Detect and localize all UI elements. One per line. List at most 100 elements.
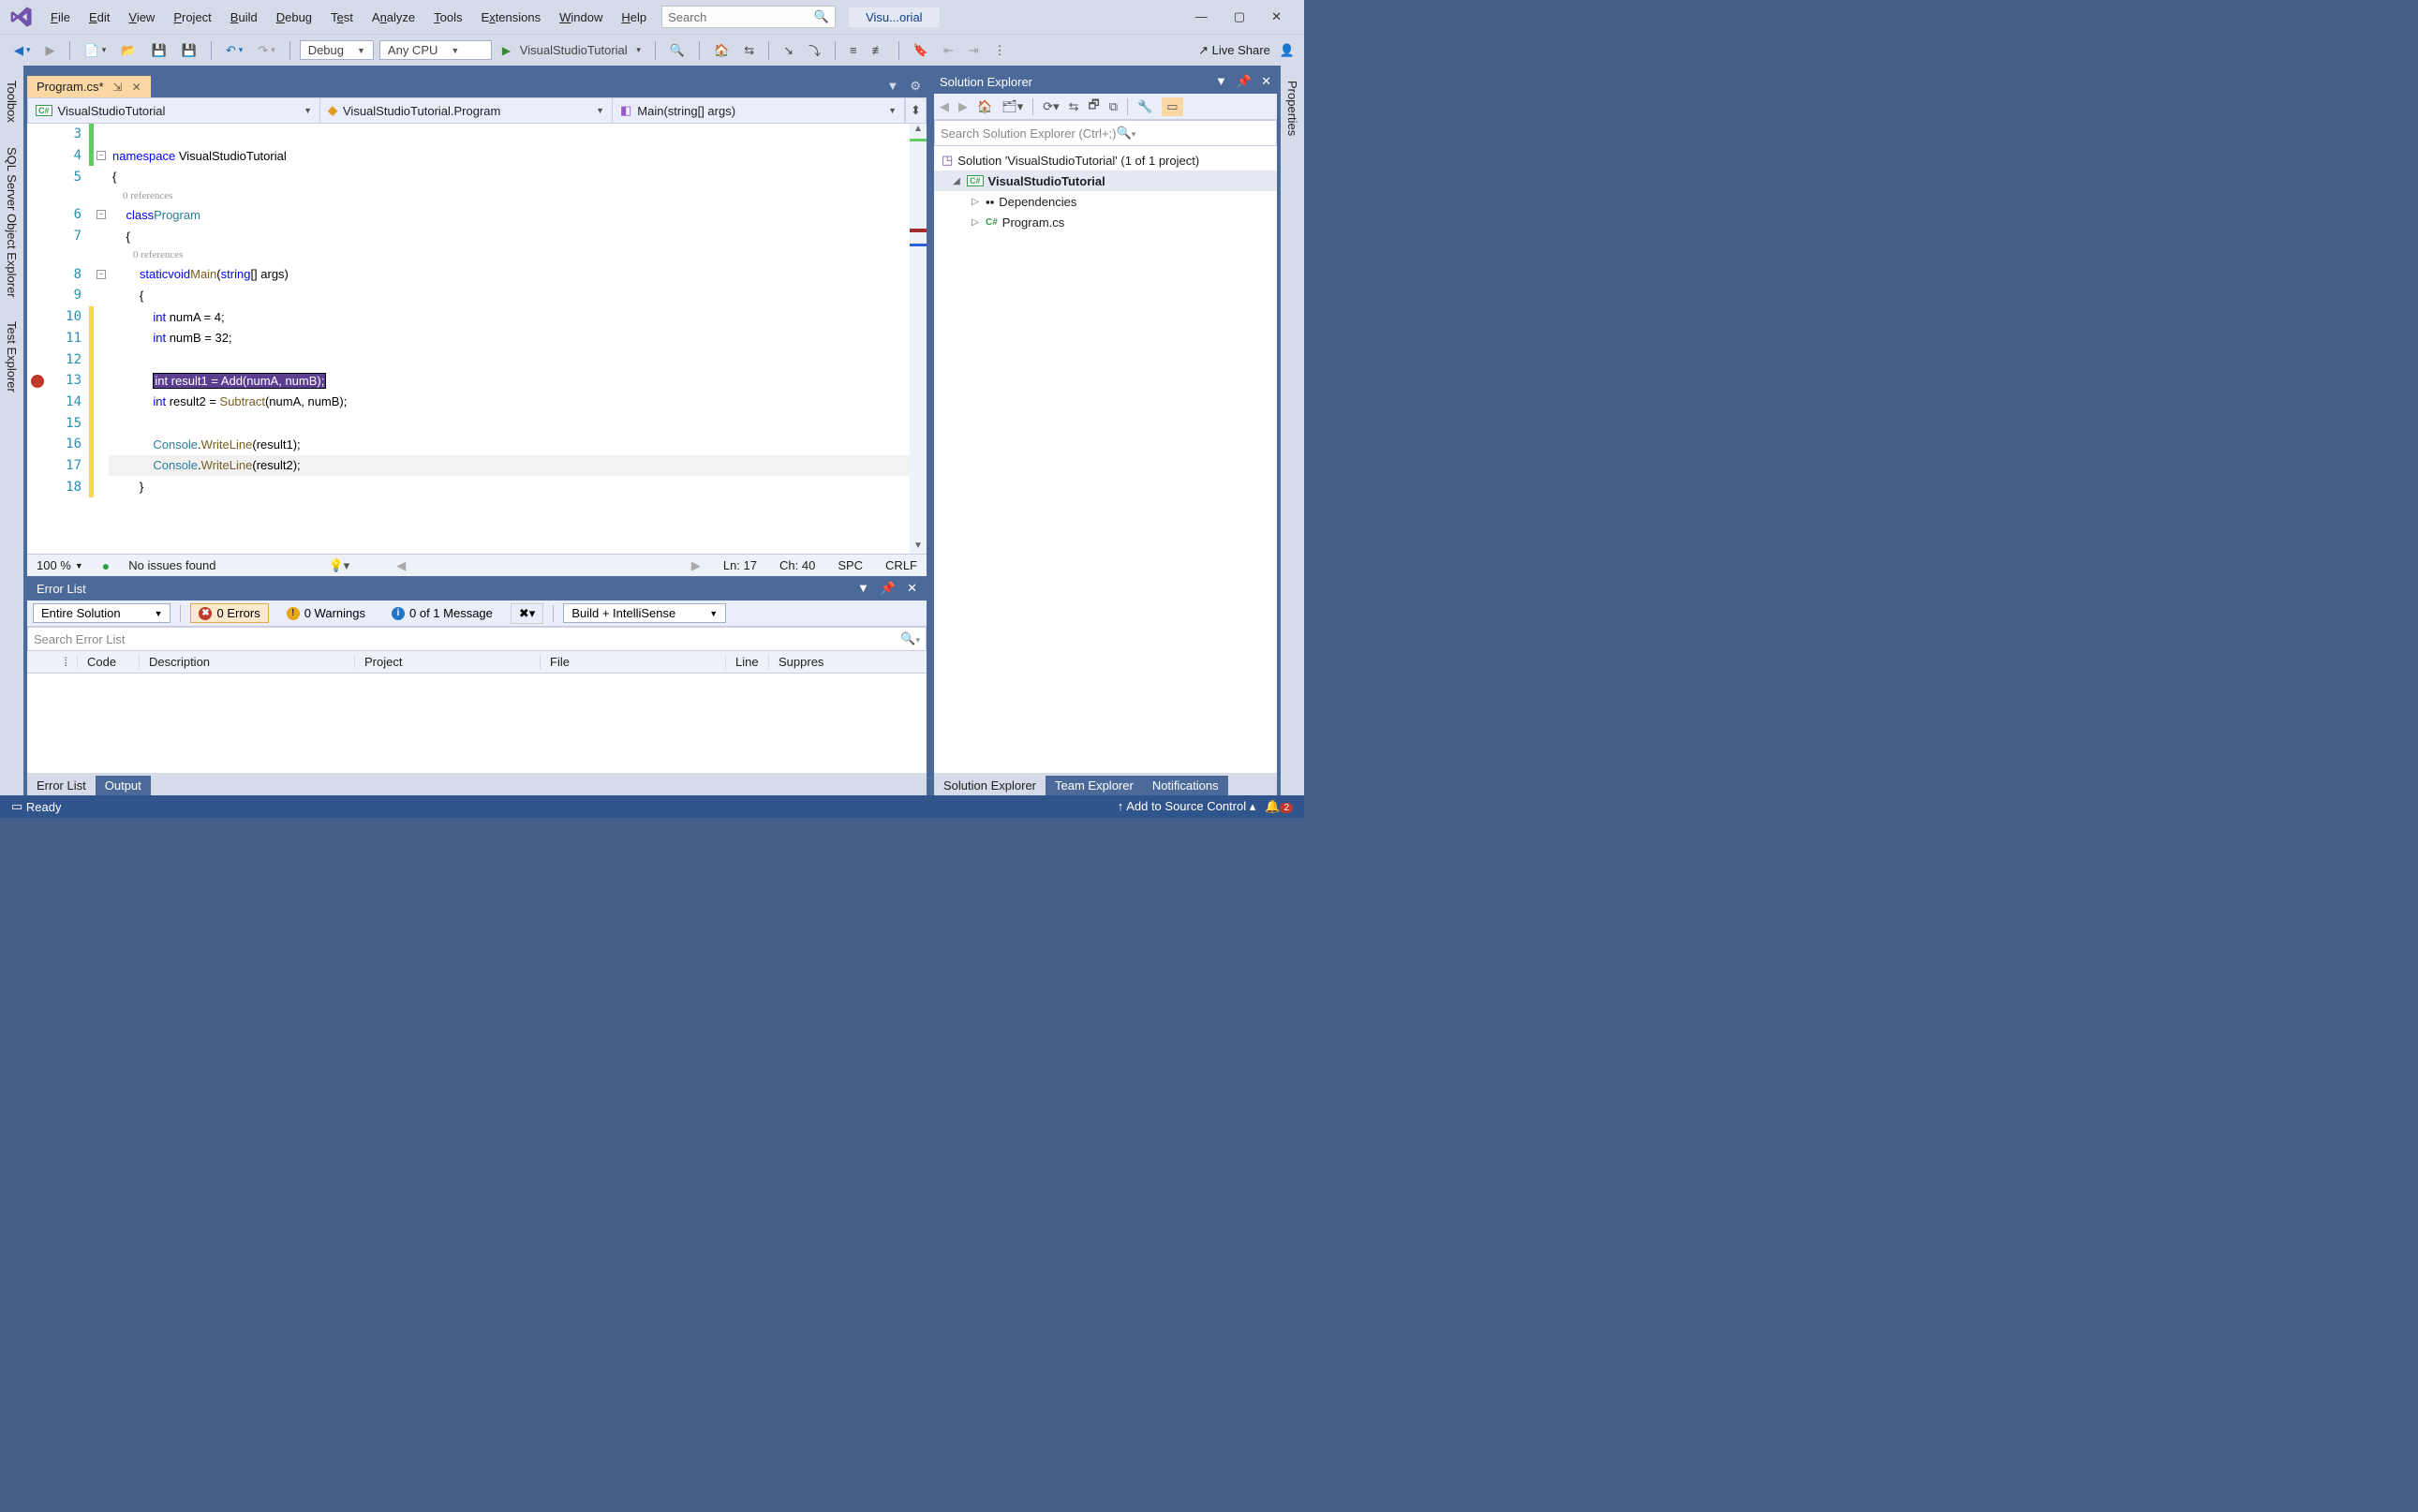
menu-test[interactable]: Test: [321, 5, 363, 30]
expand-icon[interactable]: ▷: [970, 197, 981, 207]
nav-class-combo[interactable]: ◆ VisualStudioTutorial.Program▼: [320, 98, 613, 123]
nav-next-issue-icon[interactable]: ▶: [691, 558, 701, 573]
solution-config-combo[interactable]: Debug▼: [300, 40, 374, 60]
browser-link-icon[interactable]: 🏠: [709, 41, 734, 60]
sync-with-active-doc-icon[interactable]: ⇆: [1069, 99, 1079, 114]
comment-icon[interactable]: ≡: [845, 41, 862, 59]
browser-link-dashboard-icon[interactable]: ⇆: [739, 41, 759, 60]
panel-pin-icon[interactable]: 📌: [881, 581, 896, 596]
uncomment-icon[interactable]: ≢: [868, 41, 889, 59]
close-tab-icon[interactable]: ✕: [132, 81, 141, 94]
minimize-button[interactable]: —: [1195, 9, 1208, 24]
menu-debug[interactable]: Debug: [267, 5, 321, 30]
menu-tools[interactable]: Tools: [424, 5, 471, 30]
show-all-files-icon[interactable]: ▭: [1162, 97, 1182, 116]
nav-forward-icon[interactable]: ▶: [958, 99, 968, 114]
warnings-filter[interactable]: !0 Warnings: [278, 603, 374, 623]
close-button[interactable]: ✕: [1271, 9, 1282, 24]
properties-tab[interactable]: Properties: [1283, 75, 1301, 141]
panel-dropdown-icon[interactable]: ▼: [1215, 74, 1227, 89]
pending-changes-filter-icon[interactable]: ⟳▾: [1043, 99, 1059, 114]
toolbox-tab[interactable]: Toolbox: [3, 75, 21, 128]
account-icon[interactable]: 👤: [1280, 43, 1295, 58]
test-explorer-tab[interactable]: Test Explorer: [3, 316, 21, 398]
error-list-body[interactable]: [27, 674, 927, 773]
redo-button[interactable]: ↷▾: [253, 41, 279, 60]
save-button[interactable]: 💾: [146, 41, 171, 60]
solution-tree[interactable]: ◳ Solution 'VisualStudioTutorial' (1 of …: [934, 146, 1277, 773]
live-share-button[interactable]: ↗ Live Share: [1198, 43, 1270, 58]
tree-solution-node[interactable]: ◳ Solution 'VisualStudioTutorial' (1 of …: [934, 150, 1277, 170]
clear-filters-icon[interactable]: ✖▾: [511, 603, 543, 624]
nav-project-combo[interactable]: C# VisualStudioTutorial▼: [28, 98, 320, 123]
menu-build[interactable]: Build: [221, 5, 267, 30]
tab-solution-explorer[interactable]: Solution Explorer: [934, 776, 1046, 795]
error-list-search[interactable]: Search Error List 🔍▾: [27, 627, 927, 651]
nav-forward-button[interactable]: ▶: [41, 41, 60, 60]
scroll-up-icon[interactable]: ▲: [910, 124, 927, 137]
maximize-button[interactable]: ▢: [1234, 9, 1245, 24]
pin-tab-icon[interactable]: ⇲: [113, 81, 123, 94]
expand-icon[interactable]: ▷: [970, 217, 981, 228]
breakpoint-margin[interactable]: [27, 124, 48, 554]
menu-edit[interactable]: Edit: [80, 5, 119, 30]
collapse-all-icon[interactable]: ⧉: [1109, 99, 1118, 114]
add-to-source-control[interactable]: ↑ Add to Source Control ▴: [1118, 799, 1255, 814]
start-debugging-button[interactable]: ▶ VisualStudioTutorial ▾: [497, 41, 645, 59]
expand-icon[interactable]: ◢: [951, 176, 962, 186]
notifications-icon[interactable]: 🔔2: [1265, 799, 1293, 814]
step-over-icon[interactable]: ⤵: [804, 39, 825, 61]
vertical-scrollbar[interactable]: ▲ ▼: [910, 124, 927, 554]
nav-back-button[interactable]: ◀▾: [9, 41, 36, 60]
nav-method-combo[interactable]: ◧ Main(string[] args)▼: [613, 98, 905, 123]
find-in-files-icon[interactable]: 🔍: [665, 41, 690, 60]
tree-project-node[interactable]: ◢ C# VisualStudioTutorial: [934, 170, 1277, 191]
undo-button[interactable]: ↶▾: [221, 41, 247, 60]
preview-settings-icon[interactable]: ⚙: [910, 79, 921, 94]
tab-notifications[interactable]: Notifications: [1143, 776, 1228, 795]
indent-mode[interactable]: SPC: [838, 558, 863, 573]
toolbar-overflow-icon[interactable]: ⋮: [989, 41, 1011, 60]
save-all-button[interactable]: 💾: [177, 41, 201, 60]
step-into-icon[interactable]: ↘: [779, 41, 798, 60]
panel-dropdown-icon[interactable]: ▼: [857, 581, 869, 596]
zoom-level[interactable]: 100 %▼: [37, 558, 83, 572]
document-tab-program-cs[interactable]: Program.cs* ⇲ ✕: [27, 76, 151, 97]
menu-extensions[interactable]: Extensions: [472, 5, 551, 30]
split-editor-icon[interactable]: ⬍: [905, 98, 926, 123]
tree-dependencies-node[interactable]: ▷ ▪▪ Dependencies: [934, 191, 1277, 212]
menu-help[interactable]: Help: [612, 5, 656, 30]
errors-filter[interactable]: ✖0 Errors: [190, 603, 268, 623]
sql-server-object-explorer-tab[interactable]: SQL Server Object Explorer: [3, 141, 21, 304]
menu-project[interactable]: Project: [164, 5, 220, 30]
menu-analyze[interactable]: Analyze: [363, 5, 424, 30]
nav-back-icon[interactable]: ◀: [940, 99, 949, 114]
messages-filter[interactable]: i0 of 1 Message: [383, 603, 501, 623]
switch-views-icon[interactable]: 🗂▾: [1001, 99, 1023, 114]
code-editor[interactable]: 3456789101112131415161718 −−− namespace …: [27, 124, 927, 554]
properties-icon[interactable]: 🔧: [1137, 99, 1152, 114]
new-project-button[interactable]: 📄▾: [80, 41, 111, 60]
open-file-button[interactable]: 📂: [116, 41, 141, 60]
prev-bookmark-icon[interactable]: ⇤: [939, 41, 958, 60]
scroll-down-icon[interactable]: ▼: [910, 541, 927, 554]
next-bookmark-icon[interactable]: ⇥: [964, 41, 984, 60]
solution-explorer-search[interactable]: Search Solution Explorer (Ctrl+;) 🔍▾: [934, 120, 1277, 146]
panel-close-icon[interactable]: ✕: [907, 581, 917, 596]
panel-pin-icon[interactable]: 📌: [1237, 74, 1252, 89]
tab-output[interactable]: Output: [96, 776, 151, 795]
bookmark-icon[interactable]: 🔖: [909, 41, 933, 60]
panel-close-icon[interactable]: ✕: [1261, 74, 1271, 89]
outlining-margin[interactable]: −−−: [94, 124, 109, 554]
active-files-dropdown-icon[interactable]: ▼: [886, 79, 898, 94]
menu-file[interactable]: File: [41, 5, 80, 30]
menu-window[interactable]: Window: [550, 5, 612, 30]
error-scope-combo[interactable]: Entire Solution▼: [33, 603, 171, 623]
error-source-combo[interactable]: Build + IntelliSense▼: [563, 603, 726, 623]
nav-prev-issue-icon[interactable]: ◀: [396, 558, 406, 573]
tab-team-explorer[interactable]: Team Explorer: [1046, 776, 1143, 795]
code-text-area[interactable]: namespace VisualStudioTutorial{ 0 refere…: [109, 124, 910, 554]
tree-file-program-cs[interactable]: ▷ C# Program.cs: [934, 212, 1277, 232]
lightbulb-icon[interactable]: 💡▾: [329, 558, 350, 573]
error-list-header[interactable]: Error List ▼ 📌 ✕: [27, 576, 927, 600]
